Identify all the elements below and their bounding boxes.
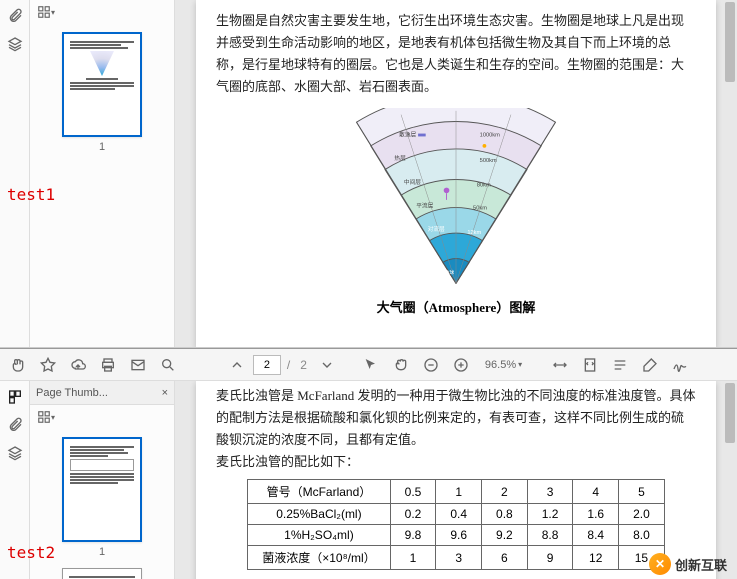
table-row: 1%H₂SO₄ml) 9.8 9.6 9.2 8.8 8.4 8.0 — [248, 525, 665, 546]
highlight-icon[interactable] — [636, 352, 664, 378]
hand-icon[interactable] — [4, 352, 32, 378]
table-row: 0.25%BaCl₂(ml) 0.2 0.4 0.8 1.2 1.6 2.0 — [248, 504, 665, 525]
fit-page-icon[interactable] — [576, 352, 604, 378]
diagram-caption: 大气圈（Atmosphere）图解 — [216, 297, 696, 316]
brand-logo-icon: ✕ — [649, 553, 671, 575]
cloud-upload-icon[interactable] — [64, 352, 92, 378]
svg-text:中间层: 中间层 — [404, 178, 421, 186]
svg-text:50km: 50km — [473, 206, 487, 212]
grab-icon[interactable] — [387, 352, 415, 378]
svg-text:500km: 500km — [480, 158, 497, 164]
atmosphere-diagram: 散逸层 1000km 热层 500km 中间层 80km 平流层 50km 对流… — [216, 108, 696, 316]
doc2-paragraph: 麦氏比浊管是 McFarland 发明的一种用于微生物比浊的不同浊度的标准浊度管… — [216, 385, 696, 451]
star-icon[interactable] — [34, 352, 62, 378]
thumb-options-icon-2[interactable]: ▾ — [36, 408, 56, 426]
print-icon[interactable] — [94, 352, 122, 378]
svg-text:1000km: 1000km — [480, 133, 500, 139]
pointer-icon[interactable] — [357, 352, 385, 378]
test1-label: test1 — [7, 185, 55, 204]
zoom-in-icon[interactable] — [447, 352, 475, 378]
thumb-page-number-2: 1 — [38, 546, 166, 558]
search-icon[interactable] — [154, 352, 182, 378]
text-reflow-icon[interactable] — [606, 352, 634, 378]
page-up-icon[interactable] — [223, 352, 251, 378]
layers-icon[interactable] — [3, 32, 27, 56]
thumb-controls: ▾ — [30, 0, 174, 24]
page-input[interactable] — [253, 355, 281, 375]
thumb-options-icon[interactable]: ▾ — [36, 3, 56, 21]
svg-text:12km: 12km — [467, 230, 481, 236]
attach-icon-2[interactable] — [3, 413, 27, 437]
scrollbar-2[interactable] — [725, 383, 735, 443]
test2-label: test2 — [7, 543, 55, 562]
thumbnail-panel: ▾ 1 — [30, 0, 175, 347]
document-area-2[interactable]: 麦氏比浊管是 McFarland 发明的一种用于微生物比浊的不同浊度的标准浊度管… — [175, 381, 737, 579]
attach-icon[interactable] — [3, 4, 27, 28]
svg-text:散逸层: 散逸层 — [399, 131, 416, 139]
svg-text:平流层: 平流层 — [416, 202, 433, 210]
page-sep: / — [283, 358, 294, 372]
layers-icon-2[interactable] — [3, 441, 27, 465]
brand-watermark: ✕ 创新互联 — [649, 553, 727, 575]
page-down-icon[interactable] — [313, 352, 341, 378]
scrollbar[interactable] — [725, 2, 735, 82]
svg-text:热层: 热层 — [394, 154, 406, 162]
mcfarland-table: 管号（McFarland） 0.5 1 2 3 4 5 0.25%BaCl₂(m… — [247, 479, 665, 570]
fit-width-icon[interactable] — [546, 352, 574, 378]
document-area[interactable]: 生物圈是自然灾害主要发生地，它衍生出环境生态灾害。生物圈是地球上凡是出现并感受到… — [175, 0, 737, 347]
thumbnails-icon[interactable] — [3, 385, 27, 409]
thumbnail-item-3[interactable] — [38, 568, 166, 579]
sidebar-rail — [0, 0, 30, 347]
toolbar: / 2 96.5%▾ — [0, 349, 737, 381]
doc2-line2: 麦氏比浊管的配比如下： — [216, 451, 696, 473]
svg-text:80km: 80km — [477, 183, 491, 189]
svg-text:对流层: 对流层 — [428, 226, 445, 234]
signature-icon[interactable] — [666, 352, 694, 378]
thumb-page-number: 1 — [38, 141, 166, 153]
page-total: 2 — [296, 358, 311, 372]
thumb-header: Page Thumb... × — [30, 381, 174, 405]
zoom-out-icon[interactable] — [417, 352, 445, 378]
thumbnail-item-2[interactable]: 1 — [38, 437, 166, 558]
table-row: 菌液浓度（×10⁸/ml） 1 3 6 9 12 15 — [248, 546, 665, 570]
zoom-display[interactable]: 96.5%▾ — [477, 359, 530, 371]
close-icon[interactable]: × — [162, 387, 168, 399]
doc1-paragraph: 生物圈是自然灾害主要发生地，它衍生出环境生态灾害。生物圈是地球上凡是出现并感受到… — [216, 10, 696, 98]
mail-icon[interactable] — [124, 352, 152, 378]
table-row: 管号（McFarland） 0.5 1 2 3 4 5 — [248, 480, 665, 504]
thumbnail-item[interactable]: 1 — [38, 32, 166, 153]
